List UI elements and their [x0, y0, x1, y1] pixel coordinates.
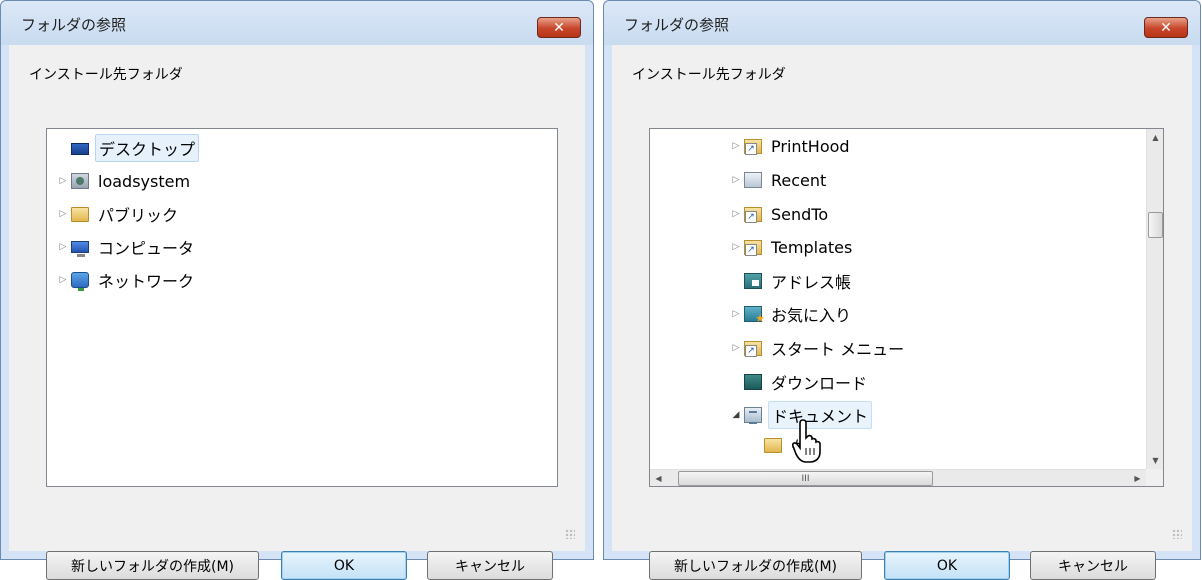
folder-icon	[71, 206, 89, 222]
browse-folder-dialog-left: フォルダの参照 ✕ インストール先フォルダ デスクトップ ▷ loadsyste…	[0, 0, 594, 580]
resize-grip-icon[interactable]	[1172, 529, 1182, 539]
tree-item-loadsystem[interactable]: ▷ loadsystem	[57, 169, 193, 193]
new-folder-button[interactable]: 新しいフォルダの作成(M)	[649, 551, 862, 580]
title-bar: フォルダの参照 ✕	[604, 1, 1200, 45]
folder-icon	[764, 437, 782, 453]
tree-item-favorites[interactable]: ▷ お気に入り	[730, 302, 854, 326]
dialog-title: フォルダの参照	[624, 16, 730, 34]
tree-item-label: お気に入り	[771, 306, 852, 325]
browse-folder-dialog-right: フォルダの参照 ✕ インストール先フォルダ ▷ PrintHood ▷ Rece…	[603, 0, 1201, 580]
tree-item-label: loadsystem	[98, 171, 191, 191]
tree-item-desktop[interactable]: デスクトップ	[57, 134, 200, 162]
scrollbar-corner	[1146, 469, 1163, 486]
recent-folder-icon	[744, 172, 762, 188]
ok-button[interactable]: OK	[281, 551, 407, 580]
folder-tree[interactable]: デスクトップ ▷ loadsystem ▷ パブリック ▷ コンピュータ ▷ ネ…	[46, 128, 558, 487]
expand-arrow-icon[interactable]: ▷	[730, 175, 742, 185]
close-button[interactable]: ✕	[1144, 17, 1188, 38]
scroll-left-icon[interactable]: ◀	[650, 470, 667, 486]
desktop-icon	[71, 143, 89, 155]
network-icon	[71, 272, 89, 291]
expand-arrow-icon[interactable]: ▷	[730, 141, 742, 151]
new-folder-button[interactable]: 新しいフォルダの作成(M)	[46, 551, 259, 580]
tree-item-templates[interactable]: ▷ Templates	[730, 235, 855, 259]
resize-grip-icon[interactable]	[565, 529, 575, 539]
cancel-button[interactable]: キャンセル	[427, 551, 553, 580]
expand-arrow-icon[interactable]: ▷	[57, 209, 69, 219]
scroll-grip-icon: III	[801, 473, 810, 484]
title-bar: フォルダの参照 ✕	[1, 1, 593, 45]
expand-arrow-icon[interactable]: ▷	[730, 209, 742, 219]
expand-arrow-icon[interactable]: ▷	[730, 343, 742, 353]
description-label: インストール先フォルダ	[29, 67, 183, 83]
vertical-scrollbar[interactable]: ▲ ▼	[1146, 129, 1163, 469]
address-book-icon	[744, 273, 762, 289]
folder-tree[interactable]: ▷ PrintHood ▷ Recent ▷ SendTo ▷ Template…	[649, 128, 1164, 487]
tree-item-public[interactable]: ▷ パブリック	[57, 202, 181, 226]
expand-arrow-icon[interactable]: ▷	[730, 242, 742, 252]
dialog-client-area: インストール先フォルダ ▷ PrintHood ▷ Recent ▷ SendT…	[612, 45, 1192, 580]
tree-item-printhood[interactable]: ▷ PrintHood	[730, 134, 853, 158]
tree-item-computer[interactable]: ▷ コンピュータ	[57, 235, 197, 259]
scroll-up-icon[interactable]: ▲	[1147, 129, 1163, 146]
tree-item-downloads[interactable]: ダウンロード	[730, 370, 870, 394]
favorites-icon	[744, 306, 765, 324]
tree-item-label: パブリック	[98, 206, 179, 225]
dialog-title: フォルダの参照	[21, 16, 127, 34]
horizontal-scrollbar[interactable]: ◀ III ▶	[650, 469, 1146, 486]
scroll-down-icon[interactable]: ▼	[1147, 452, 1163, 469]
tree-item-label: ダウンロード	[771, 374, 868, 393]
tree-item-label: デスクトップ	[95, 134, 200, 162]
close-icon: ✕	[1160, 19, 1172, 36]
tree-item-label: PrintHood	[771, 136, 850, 156]
scroll-right-icon[interactable]: ▶	[1129, 470, 1146, 486]
hand-pointer-icon	[792, 419, 821, 463]
ok-button[interactable]: OK	[884, 551, 1010, 580]
expand-arrow-icon[interactable]: ▷	[57, 275, 69, 285]
vertical-scroll-thumb[interactable]	[1148, 212, 1163, 238]
tree-item-label: スタート メニュー	[771, 340, 905, 359]
tree-item-label: コンピュータ	[98, 239, 195, 258]
tree-item-address-book[interactable]: アドレス帳	[730, 269, 854, 293]
tree-item-sendto[interactable]: ▷ SendTo	[730, 202, 831, 226]
downloads-icon	[744, 374, 762, 390]
description-label: インストール先フォルダ	[632, 67, 786, 83]
shortcut-folder-icon	[744, 239, 762, 256]
tree-item-network[interactable]: ▷ ネットワーク	[57, 268, 197, 292]
collapse-arrow-icon[interactable]: ◢	[730, 410, 742, 420]
expand-arrow-icon[interactable]: ▷	[57, 242, 69, 252]
close-icon: ✕	[553, 19, 565, 36]
shortcut-folder-icon	[744, 206, 762, 223]
shortcut-folder-icon	[744, 138, 762, 155]
dialog-client-area: インストール先フォルダ デスクトップ ▷ loadsystem ▷ パブリック …	[9, 45, 585, 580]
cancel-button[interactable]: キャンセル	[1030, 551, 1156, 580]
tree-item-label: Templates	[771, 237, 853, 257]
tree-item-label: アドレス帳	[771, 273, 852, 292]
tree-item-recent[interactable]: ▷ Recent	[730, 168, 829, 192]
tree-item-label: Recent	[771, 170, 827, 190]
documents-icon	[744, 407, 762, 424]
close-button[interactable]: ✕	[537, 17, 581, 38]
tree-item-label: ネットワーク	[98, 272, 195, 291]
computer-icon	[71, 241, 89, 257]
user-folder-icon	[71, 173, 89, 189]
horizontal-scroll-thumb[interactable]: III	[678, 471, 933, 486]
expand-arrow-icon[interactable]: ▷	[730, 309, 742, 319]
expand-arrow-icon[interactable]: ▷	[57, 176, 69, 186]
tree-item-start-menu[interactable]: ▷ スタート メニュー	[730, 336, 907, 360]
tree-item-label: SendTo	[771, 204, 829, 224]
shortcut-folder-icon	[744, 340, 762, 357]
